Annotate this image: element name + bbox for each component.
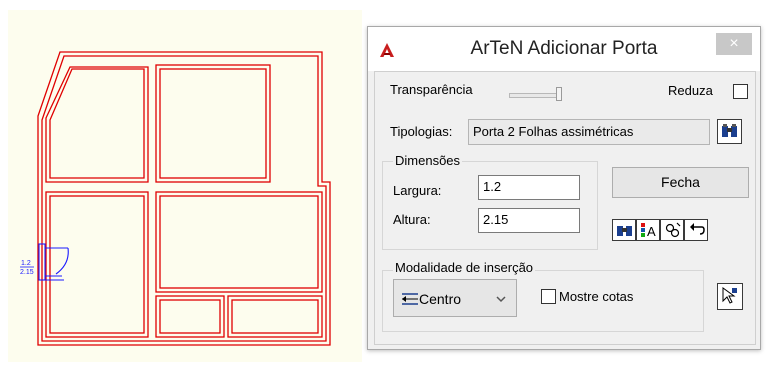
binoculars-icon (722, 124, 737, 137)
close-icon[interactable]: × (716, 33, 752, 55)
room-middle-right-inner (159, 195, 319, 289)
pick-point-button[interactable] (660, 219, 684, 241)
pick-point-icon (665, 222, 681, 238)
drawing-canvas[interactable]: 1.2 2.15 (8, 10, 362, 362)
outer-wall-inner (41, 55, 327, 342)
width-label: Largura: (393, 183, 442, 198)
find-door-button[interactable] (612, 219, 636, 241)
chevron-down-icon (496, 296, 506, 303)
height-label: Altura: (393, 212, 431, 227)
width-input[interactable]: 1.2 (478, 175, 580, 200)
room-bottom-left (45, 191, 149, 338)
door-tag-bottom: 2.15 (20, 269, 34, 276)
room-top-right-inner (159, 68, 267, 179)
outer-wall-outer (37, 51, 331, 346)
dimensions-group-title: Dimensões (393, 153, 463, 168)
show-dims-label: Mostre cotas (559, 289, 634, 304)
transparency-label: Transparência (390, 82, 473, 97)
reduce-checkbox[interactable] (733, 84, 748, 99)
room-top-left (45, 66, 149, 183)
door-symbol (38, 243, 69, 281)
slider-track[interactable] (509, 93, 557, 98)
room-bottom-right-inner (231, 299, 319, 334)
insertion-group-title: Modalidade de inserção (393, 260, 536, 275)
svg-text:A: A (647, 224, 656, 239)
slider-thumb[interactable] (556, 87, 562, 101)
insertion-mode-dropdown[interactable]: Centro (393, 279, 517, 317)
undo-icon (690, 223, 705, 235)
color-swatch-icon: A (641, 223, 656, 239)
insert-door-button[interactable] (717, 283, 743, 310)
typology-field[interactable]: Porta 2 Folhas assimétricas (468, 119, 710, 145)
insert-cursor-icon (722, 287, 737, 304)
room-bottom-left-inner (49, 195, 145, 334)
typology-label: Tipologias: (390, 124, 453, 139)
floor-plan-drawing: 1.2 2.15 (20, 51, 331, 346)
properties-button[interactable]: A (636, 219, 660, 241)
close-button[interactable]: Fecha (612, 167, 749, 198)
binoculars-icon (617, 226, 632, 236)
room-middle-right (155, 191, 323, 293)
room-top-right (155, 64, 271, 183)
height-input[interactable]: 2.15 (478, 208, 580, 233)
browse-typology-button[interactable] (717, 119, 742, 144)
show-dims-checkbox[interactable] (541, 289, 556, 304)
undo-button[interactable] (684, 219, 708, 241)
insertion-mode-value: Centro (419, 291, 462, 307)
door-tag-top: 1.2 (21, 260, 31, 267)
reduce-label: Reduza (668, 83, 713, 98)
room-bottom-right (227, 295, 323, 338)
room-bottom-mid (155, 295, 225, 338)
dialog-title: ArTeN Adicionar Porta (470, 38, 658, 59)
title-bar[interactable]: ArTeN Adicionar Porta × (368, 27, 760, 71)
room-top-left-inner (49, 68, 145, 179)
center-align-icon (402, 293, 418, 305)
room-bottom-mid-inner (159, 299, 221, 334)
